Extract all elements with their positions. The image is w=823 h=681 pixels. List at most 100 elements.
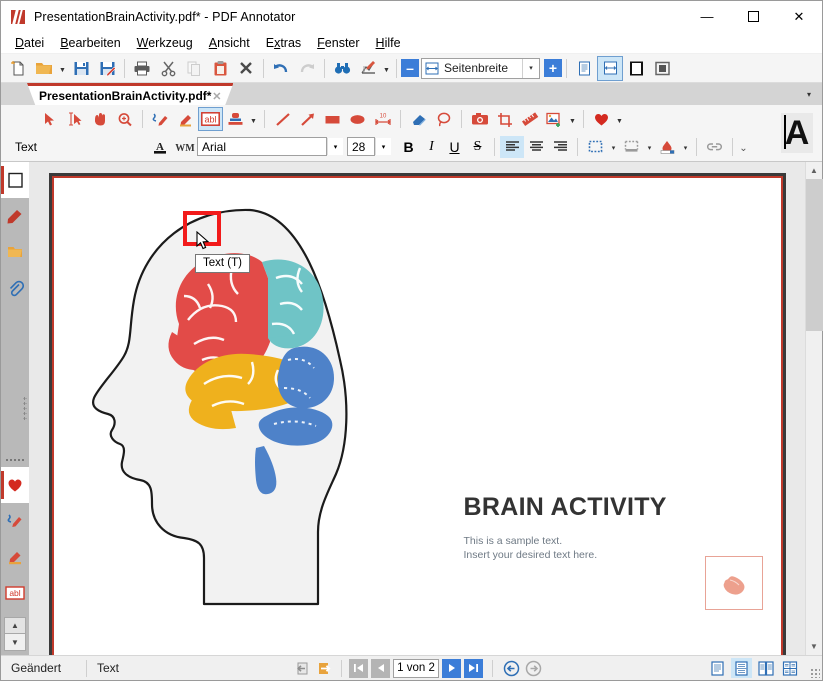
redo-icon[interactable] [294, 56, 320, 81]
previous-page-button[interactable] [371, 658, 391, 678]
border-style-dropdown[interactable]: ▾ [608, 134, 619, 159]
single-page-view-icon[interactable] [571, 56, 597, 81]
rail-pen[interactable] [1, 503, 29, 539]
favorites-dropdown-icon[interactable]: ▼ [614, 107, 625, 132]
view-grid-button[interactable] [779, 658, 800, 678]
rail-attachments[interactable] [1, 270, 29, 306]
hand-pan-tool[interactable] [87, 107, 112, 131]
bold-button[interactable]: B [397, 136, 420, 158]
maximize-button[interactable] [730, 1, 776, 32]
rail-bookmark[interactable] [1, 198, 29, 234]
page-number-input[interactable]: 1 von 2 [393, 658, 440, 678]
document-canvas[interactable]: BRAIN ACTIVITY This is a sample text. In… [29, 162, 805, 655]
font-style-icon[interactable]: WM [172, 135, 197, 159]
chart-dropdown-icon[interactable]: ▼ [381, 56, 392, 81]
find-icon[interactable] [329, 56, 355, 81]
zoom-out-button[interactable]: – [401, 59, 419, 77]
rail-text-tool[interactable]: abl [1, 575, 29, 611]
eraser-tool[interactable] [406, 107, 431, 131]
strikethrough-button[interactable]: S [466, 136, 489, 158]
scrollbar-track[interactable] [805, 179, 823, 638]
crop-tool[interactable] [492, 107, 517, 131]
font-name-input[interactable]: Arial [197, 137, 327, 156]
font-name-dropdown[interactable]: ▾ [327, 138, 343, 155]
minimize-button[interactable]: — [684, 1, 730, 32]
italic-button[interactable]: I [420, 136, 443, 158]
document-tab[interactable]: PresentationBrainActivity.pdf* ✕ [27, 83, 234, 105]
fill-color-button[interactable] [655, 135, 680, 159]
cut-icon[interactable] [155, 56, 181, 81]
close-icon[interactable]: ✕ [212, 90, 221, 103]
favorites-heart-tool[interactable] [589, 107, 614, 131]
window-resize-grip[interactable] [810, 668, 820, 678]
insert-image-tool[interactable] [542, 107, 567, 131]
menu-datei[interactable]: Datei [7, 33, 52, 53]
align-center-button[interactable] [524, 136, 548, 158]
view-continuous-button[interactable] [731, 658, 753, 678]
fill-style-button[interactable] [619, 135, 644, 159]
paste-icon[interactable] [207, 56, 233, 81]
open-folder-icon[interactable] [31, 56, 57, 81]
stamp-dropdown-icon[interactable]: ▼ [248, 107, 259, 132]
rail-page-thumbnails[interactable] [1, 162, 29, 198]
align-right-button[interactable] [548, 136, 572, 158]
fill-style-dropdown[interactable]: ▾ [644, 134, 655, 159]
zoom-tool[interactable] [112, 107, 137, 131]
snapshot-tool[interactable] [467, 107, 492, 131]
delete-icon[interactable] [233, 56, 259, 81]
font-size-input[interactable]: 28 [347, 137, 375, 156]
border-style-button[interactable] [583, 135, 608, 159]
fill-color-dropdown[interactable]: ▾ [680, 134, 691, 159]
menu-extras[interactable]: Extras [258, 33, 309, 53]
rectangle-tool[interactable] [320, 107, 345, 131]
pen-tool[interactable] [148, 107, 173, 131]
underline-button[interactable]: U [443, 136, 466, 158]
full-page-view-icon[interactable] [623, 56, 649, 81]
navigate-forward-button[interactable] [524, 659, 543, 678]
zoom-combobox[interactable]: Seitenbreite ▾ [421, 57, 540, 79]
rail-favorites[interactable] [1, 467, 29, 503]
undo-icon[interactable] [268, 56, 294, 81]
rail-scroll-down-button[interactable]: ▼ [4, 634, 26, 651]
rail-scroll-up-button[interactable]: ▲ [4, 617, 26, 634]
more-options-chevron-icon[interactable]: ⌄ [738, 136, 749, 158]
rail-highlighter[interactable] [1, 539, 29, 575]
copy-icon[interactable] [181, 56, 207, 81]
lasso-tool[interactable] [431, 107, 456, 131]
close-button[interactable]: ✕ [776, 1, 822, 32]
align-left-button[interactable] [500, 135, 524, 158]
menu-werkzeug[interactable]: Werkzeug [129, 33, 201, 53]
last-page-button[interactable] [464, 658, 484, 678]
insert-image-dropdown-icon[interactable]: ▼ [567, 107, 578, 132]
zoom-in-button[interactable]: + [544, 59, 562, 77]
next-page-button[interactable] [442, 658, 462, 678]
measure-tool[interactable]: 10 [370, 107, 395, 131]
first-page-button[interactable] [349, 658, 369, 678]
arrow-tool[interactable] [295, 107, 320, 131]
select-pointer-tool[interactable] [37, 107, 62, 131]
ruler-tool[interactable] [517, 107, 542, 131]
menu-fenster[interactable]: Fenster [309, 33, 367, 53]
text-select-tool[interactable] [62, 107, 87, 131]
rail-pages-folder[interactable] [1, 234, 29, 270]
navigate-back-button[interactable] [502, 659, 521, 678]
scroll-up-button[interactable]: ▲ [806, 162, 823, 179]
line-tool[interactable] [270, 107, 295, 131]
window-view-icon[interactable] [649, 56, 675, 81]
previous-view-icon[interactable] [293, 659, 312, 678]
pdf-page[interactable]: BRAIN ACTIVITY This is a sample text. In… [51, 176, 783, 655]
chart-icon[interactable] [355, 56, 381, 81]
link-icon[interactable] [702, 135, 727, 159]
menu-hilfe[interactable]: Hilfe [368, 33, 409, 53]
highlighter-tool[interactable] [173, 107, 198, 131]
save-icon[interactable] [68, 56, 94, 81]
scrollbar-thumb[interactable] [805, 179, 823, 331]
menu-ansicht[interactable]: Ansicht [201, 33, 258, 53]
open-dropdown-icon[interactable]: ▼ [57, 56, 68, 81]
view-facing-button[interactable] [755, 658, 776, 678]
fit-width-view-icon[interactable] [597, 55, 623, 81]
text-tool[interactable]: abl [198, 107, 223, 131]
zoom-dropdown-arrow[interactable]: ▾ [522, 58, 539, 78]
next-view-icon[interactable] [315, 659, 334, 678]
view-single-page-button[interactable] [707, 658, 728, 678]
